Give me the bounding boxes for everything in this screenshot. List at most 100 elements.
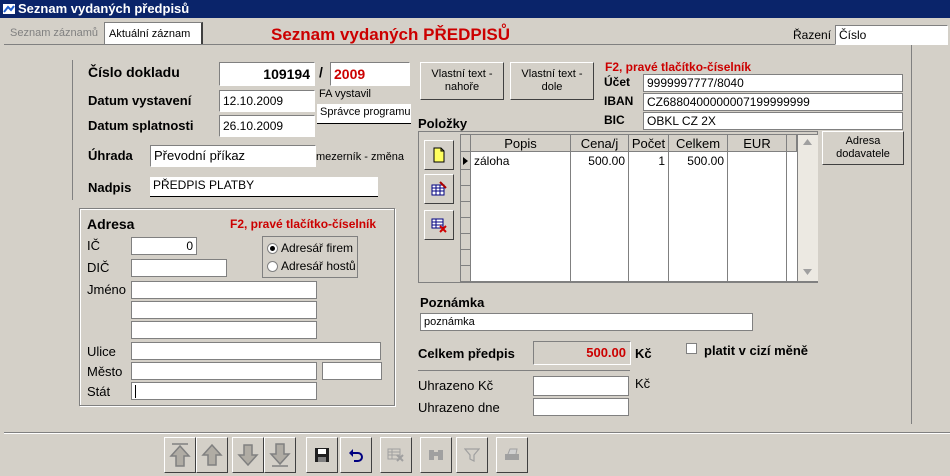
- address-label: Adresa: [87, 216, 135, 232]
- col-header-spacer: [787, 135, 797, 152]
- zip-field[interactable]: [322, 362, 382, 380]
- country-field[interactable]: [131, 382, 317, 400]
- radio-firms[interactable]: Adresář firem: [267, 241, 353, 255]
- cell-cena[interactable]: 500.00: [571, 153, 628, 169]
- street-field[interactable]: [131, 342, 381, 360]
- cell-celkem[interactable]: 500.00: [669, 153, 727, 169]
- cell-pocet[interactable]: 1: [629, 153, 668, 169]
- window-titlebar: Seznam vydaných předpisů: [0, 0, 950, 18]
- col-header-cena[interactable]: Cena/j: [571, 135, 629, 152]
- search-button[interactable]: [420, 437, 452, 473]
- print-button[interactable]: [496, 437, 528, 473]
- last-record-button[interactable]: [264, 437, 296, 473]
- col-header-celkem[interactable]: Celkem: [669, 135, 728, 152]
- paid-label: Uhrazeno Kč: [418, 378, 494, 393]
- total-field: 500.00: [533, 341, 631, 365]
- issued-by-label: FA vystavil: [319, 88, 371, 100]
- iban-field[interactable]: CZ6880400000007199999999: [643, 93, 903, 111]
- foreign-currency-checkbox[interactable]: [686, 343, 697, 354]
- note-label: Poznámka: [420, 295, 485, 310]
- radio-firms-indicator[interactable]: [267, 243, 278, 255]
- account-field[interactable]: 9999997777/8040: [643, 74, 903, 92]
- window-title: Seznam vydaných předpisů: [18, 1, 190, 16]
- city-label: Město: [87, 364, 123, 379]
- year-separator: /: [319, 64, 323, 80]
- sort-select[interactable]: Číslo: [835, 25, 948, 45]
- edit-grid-icon: [431, 181, 447, 196]
- text-bottom-button[interactable]: Vlastní text - dole: [510, 62, 594, 100]
- issued-date-field[interactable]: 12.10.2009: [219, 90, 315, 112]
- payment-label: Úhrada: [88, 148, 133, 163]
- delete-grid-icon: [387, 448, 404, 462]
- tab-current-record[interactable]: Aktuální záznam: [104, 22, 203, 45]
- caption-label: Nadpis: [88, 180, 132, 195]
- doc-year-field[interactable]: 2009: [330, 62, 410, 86]
- ic-field[interactable]: 0: [131, 237, 197, 255]
- col-header-eur[interactable]: EUR: [728, 135, 787, 152]
- save-button[interactable]: [306, 437, 338, 473]
- supplier-address-button[interactable]: Adresa dodavatele: [822, 131, 904, 165]
- cell-popis[interactable]: záloha: [471, 153, 570, 169]
- add-item-button[interactable]: [424, 140, 454, 170]
- paid-date-field[interactable]: [533, 398, 629, 416]
- col-header-pocet[interactable]: Počet: [629, 135, 669, 152]
- name-field-1[interactable]: [131, 281, 317, 299]
- iban-label: IBAN: [604, 94, 634, 108]
- items-table[interactable]: Popis Cena/j Počet Celkem EUR záloha 500…: [460, 134, 818, 282]
- last-arrow-icon: [269, 443, 291, 467]
- dic-field[interactable]: [131, 259, 227, 277]
- bic-field[interactable]: OBKL CZ 2X: [643, 112, 903, 130]
- name-field-3[interactable]: [131, 321, 317, 339]
- ic-label: IČ: [87, 238, 100, 253]
- page-title: Seznam vydaných PŘEDPISŮ: [271, 25, 511, 44]
- scroll-down-icon[interactable]: [803, 269, 812, 275]
- bank-hint: F2, pravé tlačítko-číselník: [605, 60, 752, 74]
- next-record-button[interactable]: [232, 437, 264, 473]
- issued-by-field[interactable]: Správce programu: [317, 104, 411, 124]
- paid-field[interactable]: [533, 376, 629, 396]
- new-document-icon: [433, 147, 445, 163]
- text-top-button[interactable]: Vlastní text - nahoře: [420, 62, 504, 100]
- note-field[interactable]: poznámka: [420, 313, 753, 331]
- previous-record-button[interactable]: [196, 437, 228, 473]
- city-field[interactable]: [131, 362, 317, 380]
- radio-guests-label: Adresář hostů: [281, 259, 356, 273]
- caption-field[interactable]: PŘEDPIS PLATBY: [150, 177, 378, 197]
- radio-guests-indicator[interactable]: [267, 261, 278, 273]
- paid-date-label: Uhrazeno dne: [418, 400, 500, 415]
- radio-guests[interactable]: Adresář hostů: [267, 259, 356, 273]
- printer-icon: [505, 448, 519, 460]
- items-scrollbar[interactable]: [797, 135, 818, 281]
- country-label: Stát: [87, 384, 111, 399]
- totals-divider: [418, 370, 630, 371]
- left-separator: [72, 60, 73, 200]
- undo-icon: [349, 449, 363, 462]
- undo-button[interactable]: [340, 437, 372, 473]
- radio-firms-label: Adresář firem: [281, 241, 354, 255]
- cell-eur[interactable]: [728, 153, 786, 169]
- delete-record-button[interactable]: [380, 437, 412, 473]
- row-indicator-header: [461, 135, 471, 152]
- tab-record-list[interactable]: Seznam záznamů: [6, 22, 102, 44]
- first-record-button[interactable]: [164, 437, 196, 473]
- total-currency: Kč: [635, 346, 652, 361]
- items-label: Položky: [418, 116, 468, 131]
- due-date-field[interactable]: 26.10.2009: [219, 115, 315, 137]
- doc-number-field[interactable]: 109194: [219, 62, 315, 86]
- first-arrow-icon: [169, 443, 191, 467]
- col-header-popis[interactable]: Popis: [471, 135, 571, 152]
- address-source-group: Adresář firem Adresář hostů: [262, 236, 358, 278]
- name-field-2[interactable]: [131, 301, 317, 319]
- delete-item-button[interactable]: [424, 210, 454, 240]
- name-label: Jméno: [87, 282, 127, 297]
- scroll-up-icon[interactable]: [803, 139, 812, 145]
- sort-label: Řazení: [793, 28, 832, 42]
- payment-hint: mezerník - změna: [316, 151, 405, 163]
- filter-button[interactable]: [456, 437, 488, 473]
- payment-field[interactable]: Převodní příkaz: [150, 145, 316, 167]
- edit-item-button[interactable]: [424, 174, 454, 204]
- down-arrow-icon: [237, 444, 259, 467]
- binoculars-icon: [429, 450, 443, 460]
- text-cursor: [135, 385, 136, 398]
- total-label: Celkem předpis: [418, 346, 515, 361]
